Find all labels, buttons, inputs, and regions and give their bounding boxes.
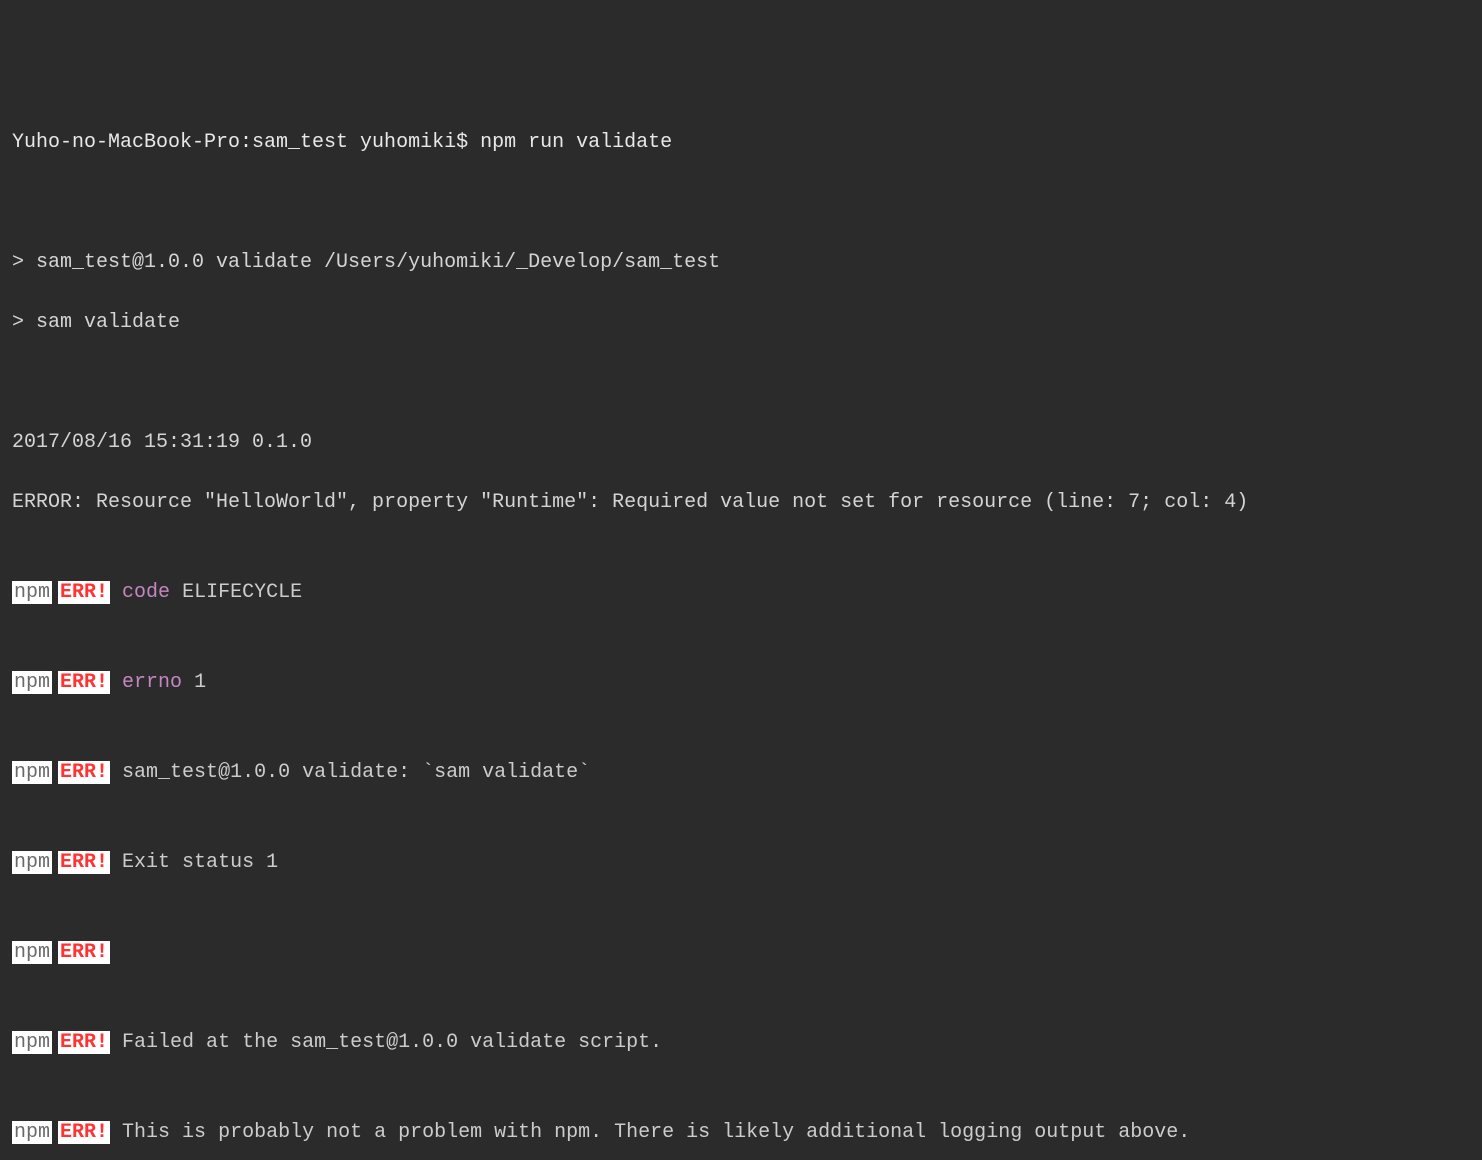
err-tag: ERR! bbox=[58, 671, 110, 694]
err-exit-text: Exit status 1 bbox=[122, 851, 278, 874]
err-probably-text: This is probably not a problem with npm.… bbox=[122, 1121, 1190, 1144]
npm-err-line-errno: npm ERR! errno 1 bbox=[12, 668, 1470, 698]
err-tag: ERR! bbox=[58, 1031, 110, 1054]
npm-tag: npm bbox=[12, 941, 52, 964]
err-errno-label: errno bbox=[122, 671, 182, 694]
terminal-prompt-line: Yuho-no-MacBook-Pro:sam_test yuhomiki$ n… bbox=[12, 128, 1470, 158]
npm-script-command: > sam validate bbox=[12, 308, 1470, 338]
timestamp-line: 2017/08/16 15:31:19 0.1.0 bbox=[12, 428, 1470, 458]
err-errno-value: 1 bbox=[182, 671, 206, 694]
err-code-label: code bbox=[122, 581, 170, 604]
npm-err-line-blank: npm ERR! bbox=[12, 938, 1470, 968]
npm-err-line-probably: npm ERR! This is probably not a problem w… bbox=[12, 1118, 1470, 1148]
blank-line bbox=[12, 368, 1470, 398]
blank-line bbox=[12, 188, 1470, 218]
err-tag: ERR! bbox=[58, 1121, 110, 1144]
npm-err-line-exit: npm ERR! Exit status 1 bbox=[12, 848, 1470, 878]
err-tag: ERR! bbox=[58, 761, 110, 784]
err-code-value: ELIFECYCLE bbox=[170, 581, 302, 604]
npm-err-line-failed: npm ERR! Failed at the sam_test@1.0.0 val… bbox=[12, 1028, 1470, 1058]
npm-err-line-code: npm ERR! code ELIFECYCLE bbox=[12, 578, 1470, 608]
npm-script-header: > sam_test@1.0.0 validate /Users/yuhomik… bbox=[12, 248, 1470, 278]
err-failed-text: Failed at the sam_test@1.0.0 validate sc… bbox=[122, 1031, 662, 1054]
npm-tag: npm bbox=[12, 851, 52, 874]
error-message-line: ERROR: Resource "HelloWorld", property "… bbox=[12, 488, 1470, 518]
err-script-text: sam_test@1.0.0 validate: `sam validate` bbox=[122, 761, 590, 784]
npm-err-line-script: npm ERR! sam_test@1.0.0 validate: `sam va… bbox=[12, 758, 1470, 788]
npm-tag: npm bbox=[12, 1031, 52, 1054]
npm-tag: npm bbox=[12, 671, 52, 694]
npm-tag: npm bbox=[12, 581, 52, 604]
err-tag: ERR! bbox=[58, 851, 110, 874]
npm-tag: npm bbox=[12, 761, 52, 784]
err-tag: ERR! bbox=[58, 941, 110, 964]
err-tag: ERR! bbox=[58, 581, 110, 604]
npm-tag: npm bbox=[12, 1121, 52, 1144]
